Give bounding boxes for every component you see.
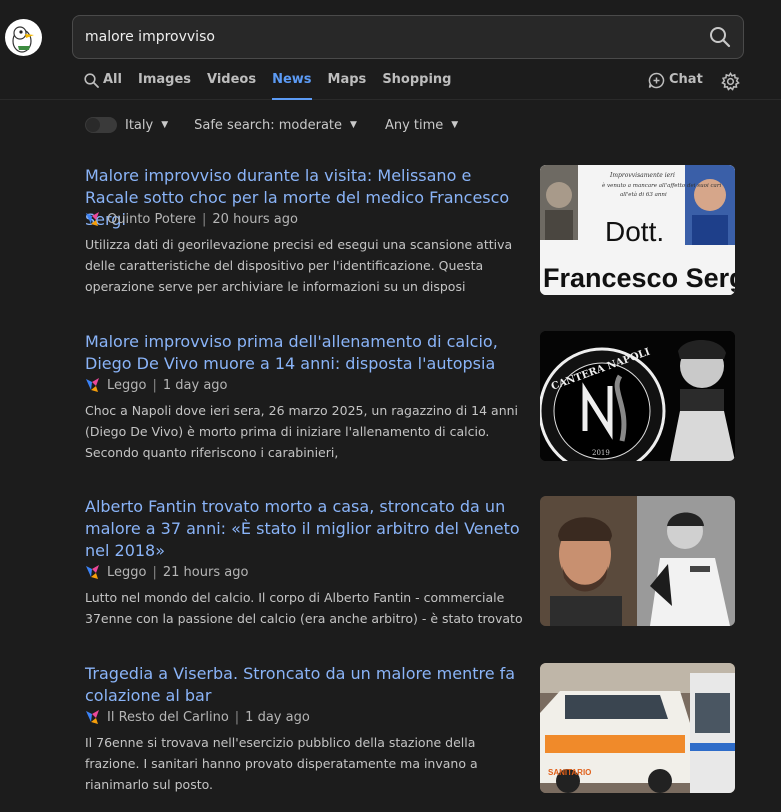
search-bar bbox=[72, 15, 744, 59]
caret-down-icon: ▼ bbox=[451, 120, 459, 130]
thumb-text: Improvvisamente ieri bbox=[609, 172, 675, 179]
chat-button[interactable]: Chat bbox=[648, 72, 703, 89]
search-icon[interactable] bbox=[709, 26, 731, 48]
result-thumbnail[interactable]: SANITARIO bbox=[540, 663, 735, 793]
tab-label: Videos bbox=[207, 72, 257, 87]
region-label: Italy bbox=[125, 117, 154, 133]
header: All Images Videos News Maps Shopping Cha… bbox=[0, 0, 781, 100]
filter-bar: Italy ▼ Safe search: moderate ▼ Any time ▼ bbox=[85, 117, 458, 133]
tab-images[interactable]: Images bbox=[138, 72, 191, 100]
caret-down-icon: ▼ bbox=[161, 120, 169, 130]
thumb-text: Dott. bbox=[605, 216, 664, 247]
thumb-text: all'età di 63 anni bbox=[620, 191, 667, 198]
result-source: Leggo | 1 day ago bbox=[85, 377, 228, 393]
safe-search-label: Safe search: moderate bbox=[194, 117, 343, 133]
source-name: Il Resto del Carlino bbox=[107, 709, 229, 725]
caret-down-icon: ▼ bbox=[350, 120, 357, 130]
region-toggle[interactable] bbox=[85, 117, 117, 133]
result-source: Quinto Potere | 20 hours ago bbox=[85, 211, 298, 227]
time-label: Any time bbox=[384, 117, 444, 133]
search-input[interactable] bbox=[85, 16, 685, 58]
source-name: Leggo bbox=[107, 377, 147, 393]
result-thumbnail[interactable]: Improvvisamente ieri è venuto a mancare … bbox=[540, 165, 735, 295]
result-time: 20 hours ago bbox=[212, 211, 298, 227]
thumb-text: SANITARIO bbox=[548, 768, 591, 777]
tab-label: News bbox=[272, 72, 312, 87]
result-time: 1 day ago bbox=[245, 709, 310, 725]
tab-label: All bbox=[103, 72, 122, 87]
tab-news[interactable]: News bbox=[272, 72, 313, 100]
region-filter[interactable]: Italy ▼ bbox=[125, 118, 168, 133]
tab-label: Maps bbox=[327, 72, 367, 87]
thumb-text: Francesco Sergi bbox=[543, 263, 735, 293]
search-tabs: All Images Videos News Maps Shopping bbox=[84, 72, 468, 100]
gear-icon[interactable] bbox=[721, 71, 740, 91]
result-snippet: Lutto nel mondo del calcio. Il corpo di … bbox=[85, 590, 523, 626]
result-title-link[interactable]: Malore improvviso prima dell'allenamento… bbox=[85, 331, 525, 375]
search-icon bbox=[84, 73, 99, 88]
result-title-link[interactable]: Tragedia a Viserba. Stroncato da un malo… bbox=[85, 663, 525, 707]
source-name: Leggo bbox=[107, 564, 147, 580]
duckduckgo-logo[interactable] bbox=[5, 19, 42, 56]
source-name: Quinto Potere bbox=[107, 211, 196, 227]
tab-label: Shopping bbox=[382, 72, 452, 87]
result-source: Il Resto del Carlino | 1 day ago bbox=[85, 709, 310, 725]
chat-icon bbox=[648, 72, 665, 89]
result-title-link[interactable]: Alberto Fantin trovato morto a casa, str… bbox=[85, 496, 525, 562]
time-filter[interactable]: Any time ▼ bbox=[385, 118, 458, 133]
safe-search-filter[interactable]: Safe search: moderate ▼ bbox=[194, 118, 357, 133]
result-snippet: Il 76enne si trovava nell'esercizio pubb… bbox=[85, 735, 478, 792]
tab-shopping[interactable]: Shopping bbox=[382, 72, 451, 100]
source-favicon-icon bbox=[85, 564, 101, 580]
source-favicon-icon bbox=[85, 709, 101, 725]
thumb-text: è venuto a mancare all'affetto dei suoi … bbox=[602, 182, 721, 189]
tab-label: Images bbox=[137, 72, 191, 87]
result-thumbnail[interactable]: CANTERA NAPOLI 2019 bbox=[540, 331, 735, 461]
tab-maps[interactable]: Maps bbox=[328, 72, 367, 100]
result-thumbnail[interactable] bbox=[540, 496, 735, 626]
result-snippet: Choc a Napoli dove ieri sera, 26 marzo 2… bbox=[85, 403, 519, 460]
result-time: 1 day ago bbox=[162, 377, 228, 393]
source-favicon-icon bbox=[85, 211, 101, 227]
thumb-text: 2019 bbox=[592, 449, 610, 457]
source-favicon-icon bbox=[85, 377, 101, 393]
tab-all[interactable]: All bbox=[84, 72, 122, 100]
chat-label: Chat bbox=[669, 72, 703, 87]
tab-videos[interactable]: Videos bbox=[207, 72, 256, 100]
result-time: 21 hours ago bbox=[162, 564, 249, 580]
result-snippet: Utilizza dati di georilevazione precisi … bbox=[85, 237, 513, 294]
result-source: Leggo | 21 hours ago bbox=[85, 564, 248, 580]
